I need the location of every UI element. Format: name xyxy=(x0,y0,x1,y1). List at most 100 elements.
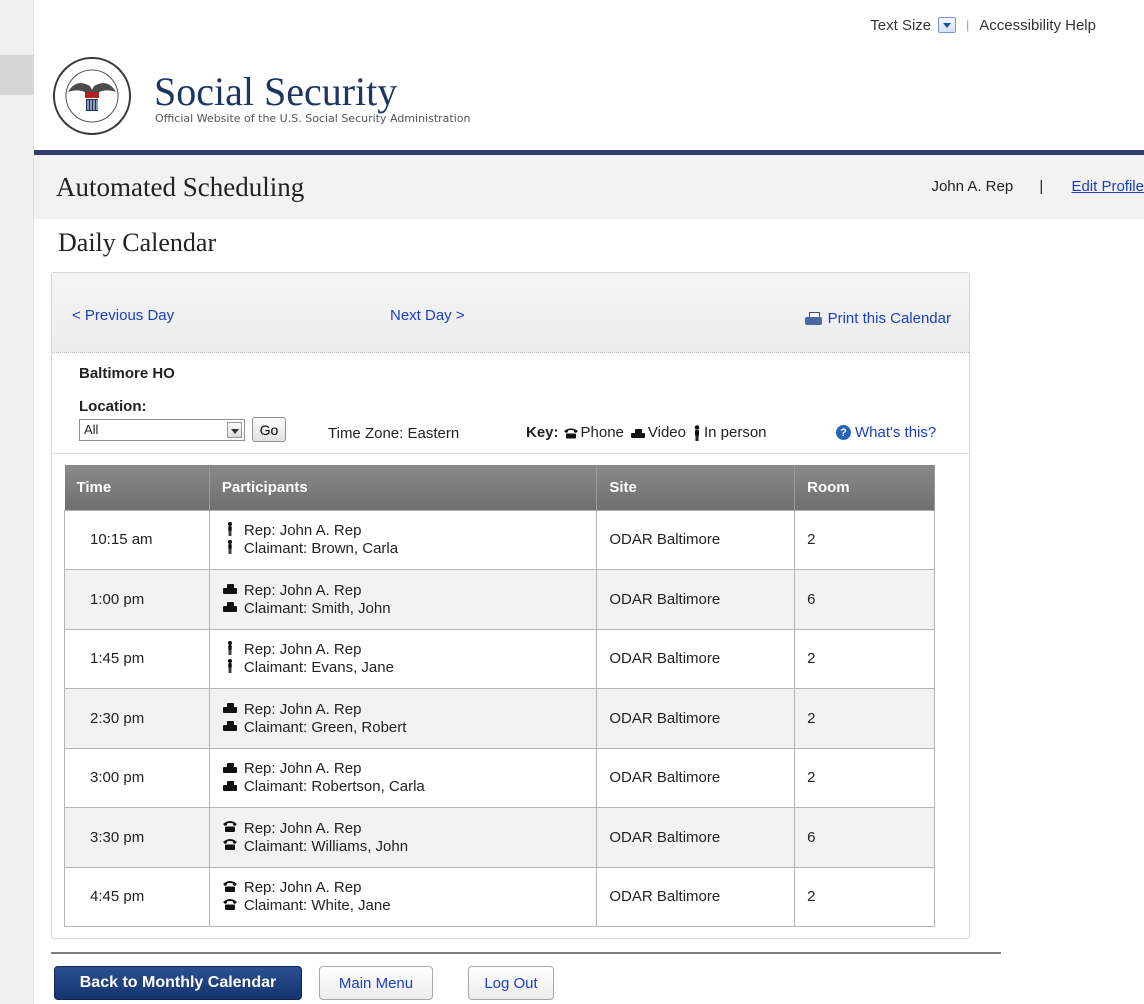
cell-room: 2 xyxy=(794,747,935,808)
site-title[interactable]: Social Security xyxy=(154,68,397,115)
user-area: John A. Rep | Edit Profile xyxy=(931,178,1144,195)
video-icon xyxy=(222,718,244,736)
previous-day-link[interactable]: < Previous Day xyxy=(72,307,174,324)
phone-icon xyxy=(222,819,244,837)
participant-claimant: Claimant: Evans, Jane xyxy=(222,658,584,677)
table-row: 1:00 pm Rep: John A. Rep Claimant: Smith, … xyxy=(64,569,935,630)
cell-site: ODAR Baltimore xyxy=(596,509,796,570)
cell-participants: Rep: John A. Rep Claimant: Green, Robert xyxy=(208,688,598,749)
cell-site: ODAR Baltimore xyxy=(596,807,796,868)
ssa-seal-icon xyxy=(53,57,131,135)
phone-icon xyxy=(222,897,244,915)
left-gutter-band xyxy=(0,55,34,95)
cell-time: 1:45 pm xyxy=(64,628,210,689)
person-icon xyxy=(694,424,700,441)
video-icon xyxy=(222,700,244,718)
person-icon xyxy=(222,539,244,558)
location-select-value: All xyxy=(84,422,99,437)
app-title: Automated Scheduling xyxy=(56,172,305,202)
site-subtitle: Official Website of the U.S. Social Secu… xyxy=(155,112,471,125)
cell-room: 2 xyxy=(794,628,935,689)
time-zone-label: Time Zone: Eastern xyxy=(328,425,460,442)
participant-rep: Rep: John A. Rep xyxy=(222,760,584,778)
rep-name: Rep: John A. Rep xyxy=(243,760,362,778)
rep-name: Rep: John A. Rep xyxy=(243,581,362,599)
table-header-row: Time Participants Site Room xyxy=(64,465,935,510)
cell-time: 1:00 pm xyxy=(64,569,210,630)
cell-time: 10:15 am xyxy=(64,509,210,570)
participant-claimant: Claimant: Brown, Carla xyxy=(222,539,584,558)
rep-name: Rep: John A. Rep xyxy=(243,700,362,718)
table-row: 3:00 pm Rep: John A. Rep Claimant: Roberts… xyxy=(64,747,935,808)
office-name: Baltimore HO xyxy=(79,365,175,382)
text-size-label: Text Size xyxy=(870,16,932,34)
app-bar: Automated Scheduling John A. Rep | Edit … xyxy=(34,155,1144,219)
key-in-person: In person xyxy=(692,424,767,441)
accessibility-help-link[interactable]: Accessibility Help xyxy=(979,17,1096,34)
cell-participants: Rep: John A. Rep Claimant: Smith, John xyxy=(208,569,598,630)
person-icon xyxy=(222,521,244,540)
cell-site: ODAR Baltimore xyxy=(596,628,796,689)
main-menu-button[interactable]: Main Menu xyxy=(319,966,433,1000)
participant-rep: Rep: John A. Rep xyxy=(222,819,584,837)
participant-rep: Rep: John A. Rep xyxy=(222,879,584,897)
utility-bar: Text Size | Accessibility Help xyxy=(0,8,1144,42)
video-icon xyxy=(222,581,244,599)
cell-site: ODAR Baltimore xyxy=(596,569,796,630)
cell-room: 2 xyxy=(794,688,935,749)
cell-site: ODAR Baltimore xyxy=(596,866,796,927)
whats-this-link[interactable]: ? What's this? xyxy=(836,424,936,441)
header-time: Time xyxy=(64,465,210,510)
left-gutter xyxy=(0,0,34,1004)
key-in-person-label: In person xyxy=(703,424,767,441)
location-select[interactable]: All xyxy=(79,419,245,441)
video-icon xyxy=(222,760,244,778)
participant-claimant: Claimant: Williams, John xyxy=(222,837,584,855)
next-day-link[interactable]: Next Day > xyxy=(390,307,465,324)
location-label: Location: xyxy=(79,398,147,415)
back-to-monthly-calendar-button[interactable]: Back to Monthly Calendar xyxy=(54,966,302,1000)
key-phone-label: Phone xyxy=(580,424,624,441)
cell-room: 2 xyxy=(794,509,935,570)
rep-name: Rep: John A. Rep xyxy=(243,819,362,837)
participant-claimant: Claimant: Smith, John xyxy=(222,599,584,617)
main-frame: Social Security Official Website of the … xyxy=(34,42,1144,1004)
rep-name: Rep: John A. Rep xyxy=(243,641,362,659)
cell-room: 6 xyxy=(794,807,935,868)
user-name: John A. Rep xyxy=(931,178,1014,195)
print-calendar-label: Print this Calendar xyxy=(827,310,951,327)
phone-icon xyxy=(222,837,244,855)
claimant-name: Claimant: Evans, Jane xyxy=(243,659,394,677)
cell-room: 6 xyxy=(794,569,935,630)
go-button[interactable]: Go xyxy=(252,417,286,442)
table-row: 2:30 pm Rep: John A. Rep Claimant: Green, … xyxy=(64,688,935,749)
log-out-button[interactable]: Log Out xyxy=(468,966,554,1000)
participant-rep: Rep: John A. Rep xyxy=(222,700,584,718)
table-row: 1:45 pm Rep: John A. Rep Claimant: Evans, … xyxy=(64,628,935,689)
printer-icon xyxy=(804,311,822,326)
cell-room: 2 xyxy=(794,866,935,927)
legend-key: Key: Phone Video In person xyxy=(526,424,773,441)
chevron-down-icon[interactable] xyxy=(227,422,242,438)
text-size-dropdown-icon[interactable] xyxy=(938,17,957,33)
schedule-body: 10:15 am Rep: John A. Rep Claimant: Brown,… xyxy=(64,509,935,927)
person-icon xyxy=(222,640,244,659)
claimant-name: Claimant: White, Jane xyxy=(243,897,391,915)
rep-name: Rep: John A. Rep xyxy=(243,879,362,897)
calendar-nav: < Previous Day Next Day > Print this Cal… xyxy=(52,273,969,353)
print-calendar-link[interactable]: Print this Calendar xyxy=(804,310,951,327)
table-row: 4:45 pm Rep: John A. Rep Claimant: White, … xyxy=(64,866,935,927)
edit-profile-link[interactable]: Edit Profile xyxy=(1071,178,1144,195)
site-header: Social Security Official Website of the … xyxy=(34,42,1144,155)
claimant-name: Claimant: Williams, John xyxy=(243,837,409,855)
video-icon xyxy=(222,599,244,617)
user-separator: | xyxy=(1039,178,1044,195)
cell-time: 3:30 pm xyxy=(64,807,210,868)
participant-rep: Rep: John A. Rep xyxy=(222,521,584,540)
key-phone: Phone xyxy=(563,424,624,441)
cell-time: 3:00 pm xyxy=(64,747,210,808)
video-icon xyxy=(630,428,645,438)
cell-site: ODAR Baltimore xyxy=(596,688,796,749)
calendar-panel: < Previous Day Next Day > Print this Cal… xyxy=(51,272,970,939)
table-row: 10:15 am Rep: John A. Rep Claimant: Brown,… xyxy=(64,509,935,570)
